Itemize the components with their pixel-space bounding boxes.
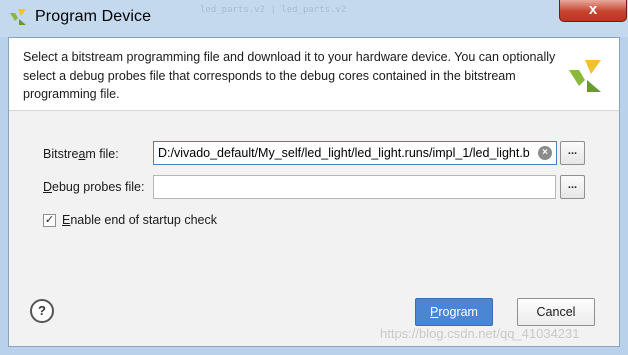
program-device-dialog: led_parts.v2 | led_parts.v2 Program Devi…: [0, 0, 628, 355]
browse-bitstream-button[interactable]: ...: [560, 141, 585, 165]
bitstream-file-input[interactable]: [153, 141, 557, 165]
title-bar[interactable]: led_parts.v2 | led_parts.v2 Program Devi…: [0, 0, 628, 37]
program-button[interactable]: Program: [415, 298, 493, 326]
watermark-text: https://blog.csdn.net/qq_41034231: [380, 326, 580, 341]
bitstream-file-label: Bitstream file:: [43, 147, 119, 161]
checkmark-icon: ✓: [44, 214, 55, 226]
browse-debug-probes-button[interactable]: ...: [560, 175, 585, 199]
description-panel: Select a bitstream programming file and …: [9, 38, 619, 111]
window-title: Program Device: [35, 8, 152, 25]
startup-check-checkbox[interactable]: ✓: [43, 214, 56, 227]
close-button[interactable]: x: [559, 0, 627, 22]
form-panel: Bitstream file: × ... Debug probes file:…: [9, 111, 619, 346]
vivado-logo-icon: [10, 9, 26, 25]
description-text: Select a bitstream programming file and …: [23, 50, 556, 101]
background-window-text: led_parts.v2 | led_parts.v2: [200, 5, 347, 15]
debug-probes-file-label: Debug probes file:: [43, 180, 145, 194]
debug-probes-file-input[interactable]: [153, 175, 556, 199]
help-button[interactable]: ?: [30, 299, 54, 323]
vivado-logo-icon: [569, 60, 601, 92]
cancel-button[interactable]: Cancel: [517, 298, 595, 326]
dialog-body: Select a bitstream programming file and …: [8, 37, 620, 347]
close-icon: x: [588, 1, 598, 18]
clear-circle-icon[interactable]: ×: [538, 146, 552, 160]
startup-check-label[interactable]: Enable end of startup check: [62, 213, 217, 227]
